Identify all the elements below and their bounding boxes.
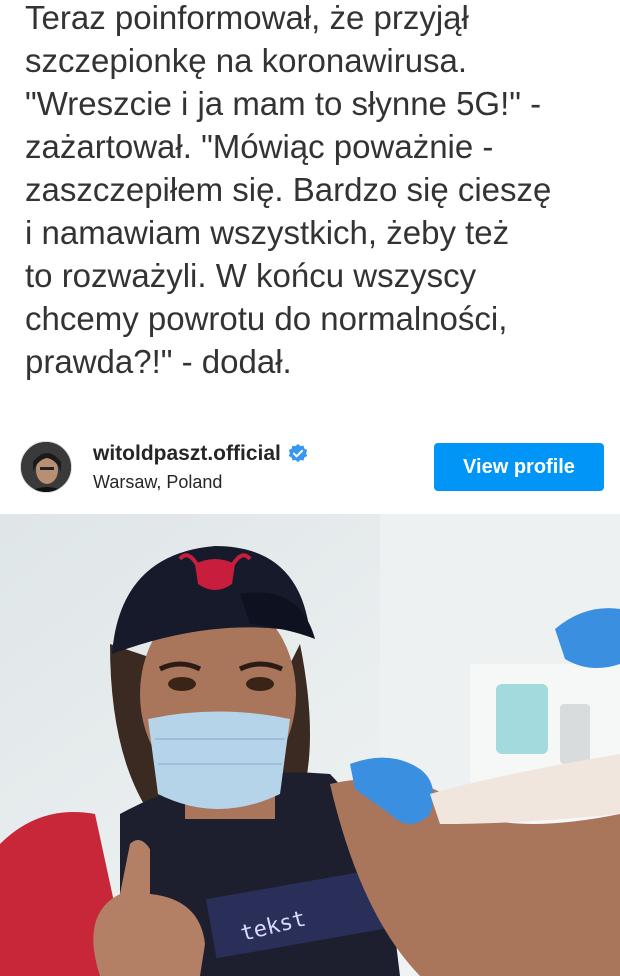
avatar[interactable] bbox=[20, 441, 72, 493]
location[interactable]: Warsaw, Poland bbox=[93, 472, 222, 493]
instagram-embed-header: witoldpaszt.official Warsaw, Poland View… bbox=[0, 430, 620, 510]
verified-badge-icon bbox=[288, 443, 308, 463]
bulls-logo bbox=[195, 559, 235, 590]
avatar-photo bbox=[21, 442, 71, 492]
face-mask bbox=[148, 711, 290, 809]
view-profile-button[interactable]: View profile bbox=[434, 443, 604, 491]
post-photo[interactable]: tekst bbox=[0, 514, 620, 976]
sanitizer-bottle bbox=[496, 684, 548, 754]
article-text: Teraz poinformował, że przyjął szczepion… bbox=[25, 0, 552, 380]
username[interactable]: witoldpaszt.official bbox=[93, 442, 281, 466]
vaccination-photo: tekst bbox=[0, 514, 620, 976]
